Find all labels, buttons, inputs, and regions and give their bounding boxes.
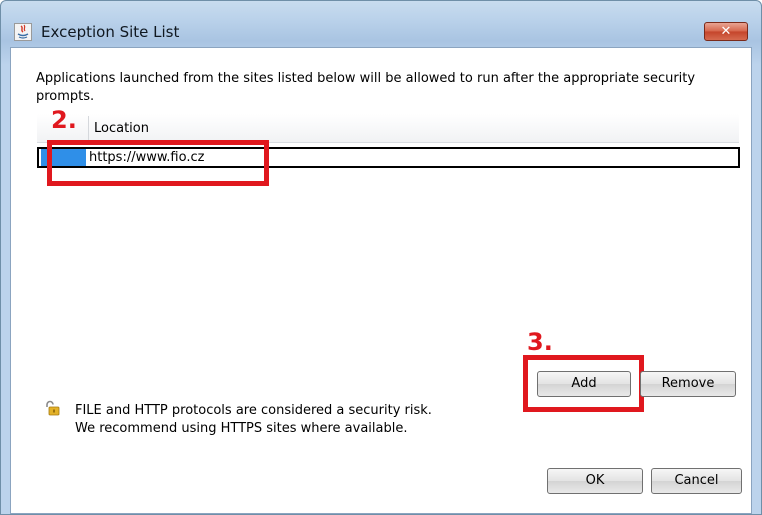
- description-text: Applications launched from the sites lis…: [36, 71, 696, 104]
- close-icon: ✕: [720, 24, 732, 39]
- java-icon: [14, 23, 32, 41]
- security-warning-text: FILE and HTTP protocols are considered a…: [75, 402, 432, 438]
- cancel-button[interactable]: Cancel: [651, 468, 742, 494]
- table-header: Location: [37, 114, 739, 143]
- security-warning-line-1: FILE and HTTP protocols are considered a…: [75, 403, 432, 418]
- add-button[interactable]: Add: [537, 371, 631, 397]
- unlocked-padlock-icon: [44, 400, 60, 416]
- window-title: Exception Site List: [41, 23, 180, 41]
- exception-site-list-window: Exception Site List ✕ Applications launc…: [0, 0, 762, 515]
- security-warning-line-2: We recommend using HTTPS sites where ava…: [75, 421, 408, 436]
- remove-button[interactable]: Remove: [640, 371, 736, 397]
- title-bar[interactable]: Exception Site List ✕: [1, 1, 761, 47]
- annotation-step-3: 3.: [527, 328, 553, 356]
- annotation-step-2: 2.: [51, 106, 77, 134]
- ok-button[interactable]: OK: [547, 468, 643, 494]
- column-header-location[interactable]: Location: [94, 121, 149, 136]
- close-button[interactable]: ✕: [704, 22, 748, 41]
- dialog-body: Applications launched from the sites lis…: [10, 47, 752, 514]
- column-divider[interactable]: [88, 116, 89, 141]
- annotation-box-location: [47, 140, 269, 186]
